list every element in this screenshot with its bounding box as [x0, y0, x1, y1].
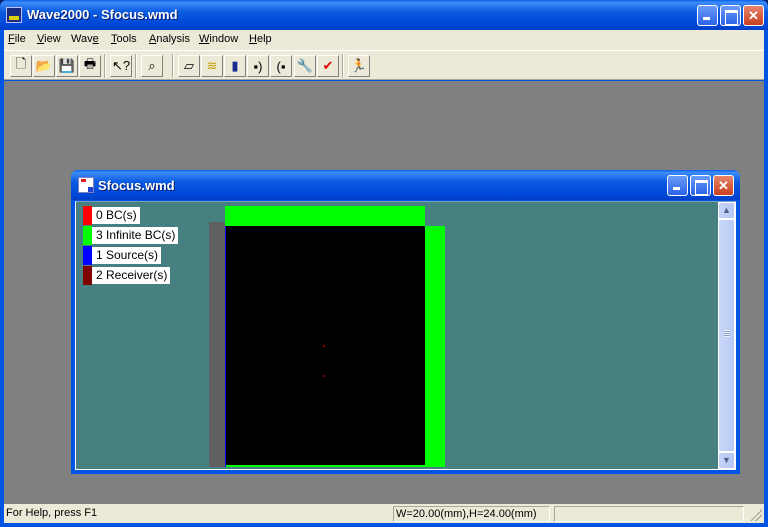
status-help-text: For Help, press F1: [6, 507, 98, 519]
document-close-button[interactable]: ✕: [713, 175, 734, 196]
menu-file[interactable]: File: [8, 33, 26, 45]
zoom-button[interactable]: ⌕: [141, 55, 163, 77]
infinite-bc-bottom[interactable]: [225, 465, 425, 467]
toolbar: 🗋 📂 💾 🖶 ↖? ⌕ ▱ ≋ ▮ ▪) (▪ 🔧 ✔ 🏃: [4, 50, 764, 80]
menu-tools[interactable]: Tools: [111, 33, 137, 45]
receiver-button[interactable]: (▪: [270, 55, 292, 77]
infinite-bc-right[interactable]: [425, 226, 445, 467]
main-window: Wave2000 - Sfocus.wmd ✕ File View Wave Tool…: [0, 0, 768, 527]
toolbar-separator: [135, 54, 137, 78]
boundary-icon: ▮: [231, 58, 239, 73]
menu-view[interactable]: View: [37, 33, 61, 45]
open-button[interactable]: 📂: [33, 55, 55, 77]
context-help-button[interactable]: ↖?: [110, 55, 132, 77]
status-extra: [554, 506, 744, 522]
infinite-bc-top[interactable]: [225, 206, 425, 226]
document-icon[interactable]: [78, 177, 94, 193]
document-window: Sfocus.wmd ✕ 0 BC(s) 3 Infinite BC(s) 1 So…: [71, 170, 740, 474]
menu-bar: File View Wave Tools Analysis Window Help: [4, 30, 764, 50]
menu-analysis[interactable]: Analysis: [149, 33, 190, 45]
receiver-1[interactable]: [323, 345, 325, 347]
document-minimize-button[interactable]: [667, 175, 688, 196]
app-icon[interactable]: [6, 7, 22, 23]
check-icon: ✔: [322, 58, 334, 73]
menu-window[interactable]: Window: [199, 33, 238, 45]
model-canvas[interactable]: 0 BC(s) 3 Infinite BC(s) 1 Source(s) 2 Rece…: [75, 201, 736, 470]
geometry-button[interactable]: ▱: [178, 55, 200, 77]
toolbar-separator: [342, 54, 344, 78]
model-view[interactable]: [76, 202, 716, 469]
check-button[interactable]: ✔: [317, 55, 339, 77]
open-icon: 📂: [35, 58, 53, 73]
run-icon: 🏃: [350, 58, 368, 73]
menu-help[interactable]: Help: [249, 33, 272, 45]
source-icon: ▪): [253, 58, 263, 74]
receiver-icon: (▪: [276, 58, 286, 74]
zoom-icon: ⌕: [148, 58, 156, 73]
maximize-button[interactable]: [720, 5, 741, 26]
document-maximize-button[interactable]: [690, 175, 711, 196]
status-dimensions: W=20.00(mm),H=24.00(mm): [393, 506, 550, 522]
material-icon: ≋: [206, 58, 218, 73]
scroll-down-button[interactable]: ▼: [718, 452, 735, 469]
status-bar: For Help, press F1 W=20.00(mm),H=24.00(m…: [4, 504, 764, 523]
close-button[interactable]: ✕: [743, 5, 764, 26]
window-title: Wave2000 - Sfocus.wmd: [27, 7, 178, 22]
print-button[interactable]: 🖶: [79, 55, 101, 77]
document-title-bar[interactable]: Sfocus.wmd ✕: [71, 170, 740, 200]
scroll-up-button[interactable]: ▲: [718, 202, 735, 219]
settings-wrench-button[interactable]: 🔧: [294, 55, 316, 77]
save-button[interactable]: 💾: [56, 55, 78, 77]
run-button[interactable]: 🏃: [348, 55, 370, 77]
resize-grip[interactable]: [750, 509, 762, 521]
boundary-button[interactable]: ▮: [224, 55, 246, 77]
title-bar[interactable]: Wave2000 - Sfocus.wmd ✕: [0, 0, 768, 30]
print-icon: 🖶: [83, 56, 97, 71]
scroll-grip-icon: [724, 330, 730, 337]
minimize-button[interactable]: [697, 5, 718, 26]
new-icon: 🗋: [15, 56, 27, 71]
geometry-icon: ▱: [184, 58, 194, 73]
receiver-2[interactable]: [323, 375, 325, 377]
context-help-icon: ↖?: [111, 58, 131, 73]
vertical-scrollbar[interactable]: ▲ ▼: [718, 202, 735, 469]
new-button[interactable]: 🗋: [10, 55, 32, 77]
toolbar-separator: [104, 54, 106, 78]
save-icon: 💾: [58, 58, 76, 73]
material-button[interactable]: ≋: [201, 55, 223, 77]
source-button[interactable]: ▪): [247, 55, 269, 77]
settings-wrench-icon: 🔧: [296, 58, 314, 73]
document-title: Sfocus.wmd: [98, 178, 175, 193]
toolbar-separator: [172, 54, 174, 78]
model-shadow-left: [209, 222, 225, 467]
menu-wave[interactable]: Wave: [71, 33, 99, 45]
scroll-thumb[interactable]: [718, 219, 735, 452]
